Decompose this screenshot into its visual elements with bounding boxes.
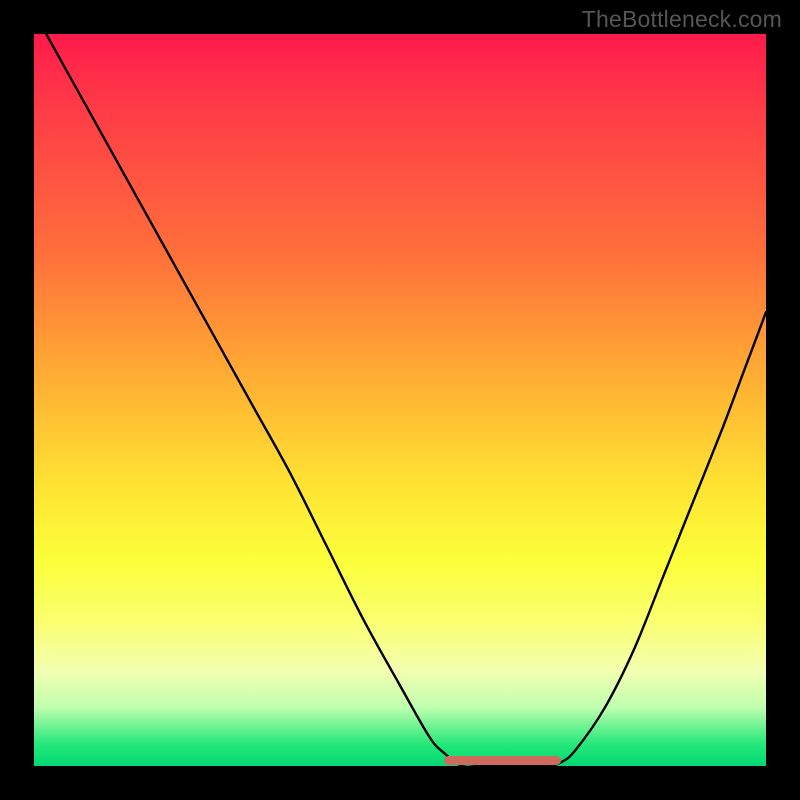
bottleneck-curve [34,34,766,766]
optimal-range-marker [444,756,561,765]
chart-frame: TheBottleneck.com [0,0,800,800]
plot-area [34,34,766,766]
watermark-text: TheBottleneck.com [582,6,782,33]
